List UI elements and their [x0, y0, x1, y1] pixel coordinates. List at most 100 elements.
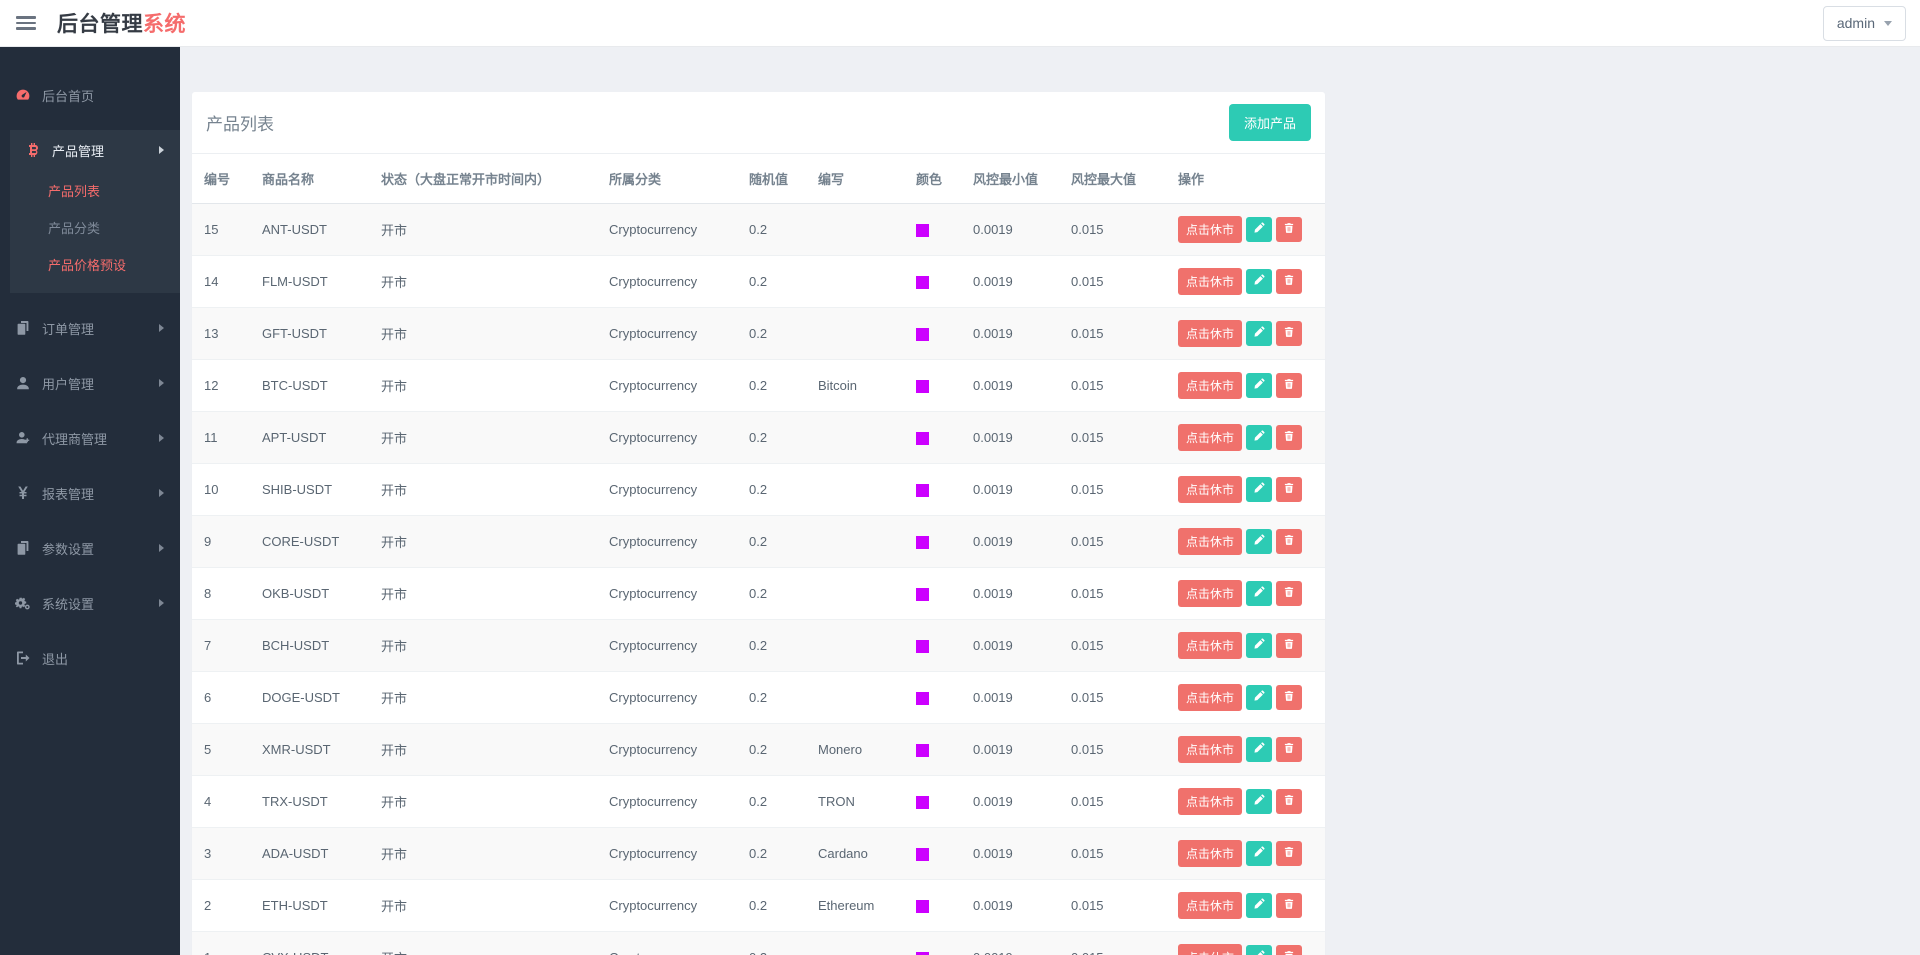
market-toggle-button[interactable]: 点击休市 [1178, 840, 1242, 867]
add-product-button[interactable]: 添加产品 [1229, 104, 1311, 141]
sidebar-subitem-product-category[interactable]: 产品分类 [10, 209, 180, 246]
delete-button[interactable] [1276, 685, 1302, 710]
pencil-icon [1253, 898, 1265, 913]
market-toggle-button[interactable]: 点击休市 [1178, 736, 1242, 763]
delete-button[interactable] [1276, 581, 1302, 606]
cell-status: 开市 [369, 412, 597, 464]
edit-button[interactable] [1246, 633, 1272, 658]
market-toggle-button[interactable]: 点击休市 [1178, 216, 1242, 243]
delete-button[interactable] [1276, 789, 1302, 814]
edit-button[interactable] [1246, 269, 1272, 294]
cell-category: Cryptocurrency [597, 464, 737, 516]
sidebar: 后台首页产品管理产品列表产品分类产品价格预设订单管理用户管理代理商管理报表管理参… [0, 47, 180, 955]
sidebar-item-reports[interactable]: 报表管理 [0, 473, 180, 513]
delete-button[interactable] [1276, 893, 1302, 918]
cell-random: 0.2 [737, 932, 806, 955]
market-toggle-button[interactable]: 点击休市 [1178, 892, 1242, 919]
market-toggle-button[interactable]: 点击休市 [1178, 476, 1242, 503]
cell-category: Cryptocurrency [597, 620, 737, 672]
delete-button[interactable] [1276, 945, 1302, 955]
sidebar-item-params[interactable]: 参数设置 [0, 528, 180, 568]
edit-button[interactable] [1246, 581, 1272, 606]
sidebar-item-users[interactable]: 用户管理 [0, 363, 180, 403]
sidebar-subitem-product-price-preset[interactable]: 产品价格预设 [10, 246, 180, 283]
market-toggle-button[interactable]: 点击休市 [1178, 528, 1242, 555]
delete-button[interactable] [1276, 529, 1302, 554]
sidebar-item-home[interactable]: 后台首页 [0, 75, 180, 115]
sidebar-entry: 参数设置 [0, 528, 180, 568]
delete-button[interactable] [1276, 477, 1302, 502]
edit-button[interactable] [1246, 529, 1272, 554]
caret-right-icon [159, 489, 164, 497]
cell-category: Cryptocurrency [597, 568, 737, 620]
cell-risk-min: 0.0019 [961, 412, 1059, 464]
sidebar-item-agents[interactable]: 代理商管理 [0, 418, 180, 458]
edit-button[interactable] [1246, 841, 1272, 866]
market-toggle-button[interactable]: 点击休市 [1178, 632, 1242, 659]
cell-status: 开市 [369, 620, 597, 672]
pencil-icon [1253, 794, 1265, 809]
color-swatch [916, 432, 929, 445]
user-dropdown[interactable]: admin [1823, 6, 1906, 41]
cell-risk-min: 0.0019 [961, 828, 1059, 880]
sidebar-item-orders[interactable]: 订单管理 [0, 308, 180, 348]
table-row: 8OKB-USDT开市Cryptocurrency0.20.00190.015点… [192, 568, 1325, 620]
cell-color [904, 308, 961, 360]
color-swatch [916, 692, 929, 705]
edit-button[interactable] [1246, 945, 1272, 955]
cell-status: 开市 [369, 256, 597, 308]
market-toggle-button[interactable]: 点击休市 [1178, 788, 1242, 815]
pencil-icon [1253, 586, 1265, 601]
edit-button[interactable] [1246, 425, 1272, 450]
pencil-icon [1253, 534, 1265, 549]
edit-button[interactable] [1246, 477, 1272, 502]
delete-button[interactable] [1276, 633, 1302, 658]
delete-button[interactable] [1276, 269, 1302, 294]
sidebar-item-products[interactable]: 产品管理 [10, 130, 180, 170]
edit-button[interactable] [1246, 893, 1272, 918]
cell-random: 0.2 [737, 256, 806, 308]
delete-button[interactable] [1276, 321, 1302, 346]
sidebar-item-logout[interactable]: 退出 [0, 638, 180, 678]
cell-id: 9 [192, 516, 250, 568]
edit-button[interactable] [1246, 685, 1272, 710]
market-toggle-button[interactable]: 点击休市 [1178, 372, 1242, 399]
hamburger-menu-icon[interactable] [16, 16, 36, 30]
sidebar-item-system[interactable]: 系统设置 [0, 583, 180, 623]
cell-name: ANT-USDT [250, 204, 369, 256]
cell-category: Cryptocurrency [597, 412, 737, 464]
cell-risk-max: 0.015 [1059, 256, 1166, 308]
trash-icon [1283, 638, 1295, 653]
delete-button[interactable] [1276, 841, 1302, 866]
edit-button[interactable] [1246, 789, 1272, 814]
product-list-card: 产品列表 添加产品 编号商品名称状态（大盘正常开市时间内）所属分类随机值编写颜色… [192, 92, 1325, 955]
trash-icon [1283, 378, 1295, 393]
edit-button[interactable] [1246, 373, 1272, 398]
cell-color [904, 932, 961, 955]
delete-button[interactable] [1276, 737, 1302, 762]
sidebar-item-label: 退出 [42, 649, 68, 668]
delete-button[interactable] [1276, 217, 1302, 242]
cell-risk-max: 0.015 [1059, 568, 1166, 620]
cell-color [904, 568, 961, 620]
sidebar-subitem-product-list[interactable]: 产品列表 [10, 172, 180, 209]
delete-button[interactable] [1276, 425, 1302, 450]
market-toggle-button[interactable]: 点击休市 [1178, 320, 1242, 347]
edit-button[interactable] [1246, 217, 1272, 242]
cell-id: 15 [192, 204, 250, 256]
cell-category: Cryptocurrency [597, 360, 737, 412]
edit-button[interactable] [1246, 321, 1272, 346]
market-toggle-button[interactable]: 点击休市 [1178, 944, 1242, 955]
market-toggle-button[interactable]: 点击休市 [1178, 580, 1242, 607]
cell-status: 开市 [369, 568, 597, 620]
delete-button[interactable] [1276, 373, 1302, 398]
pencil-icon [1253, 482, 1265, 497]
market-toggle-button[interactable]: 点击休市 [1178, 424, 1242, 451]
cell-code [806, 204, 904, 256]
cell-color [904, 620, 961, 672]
trash-icon [1283, 274, 1295, 289]
market-toggle-button[interactable]: 点击休市 [1178, 684, 1242, 711]
cell-code: TRON [806, 776, 904, 828]
edit-button[interactable] [1246, 737, 1272, 762]
market-toggle-button[interactable]: 点击休市 [1178, 268, 1242, 295]
